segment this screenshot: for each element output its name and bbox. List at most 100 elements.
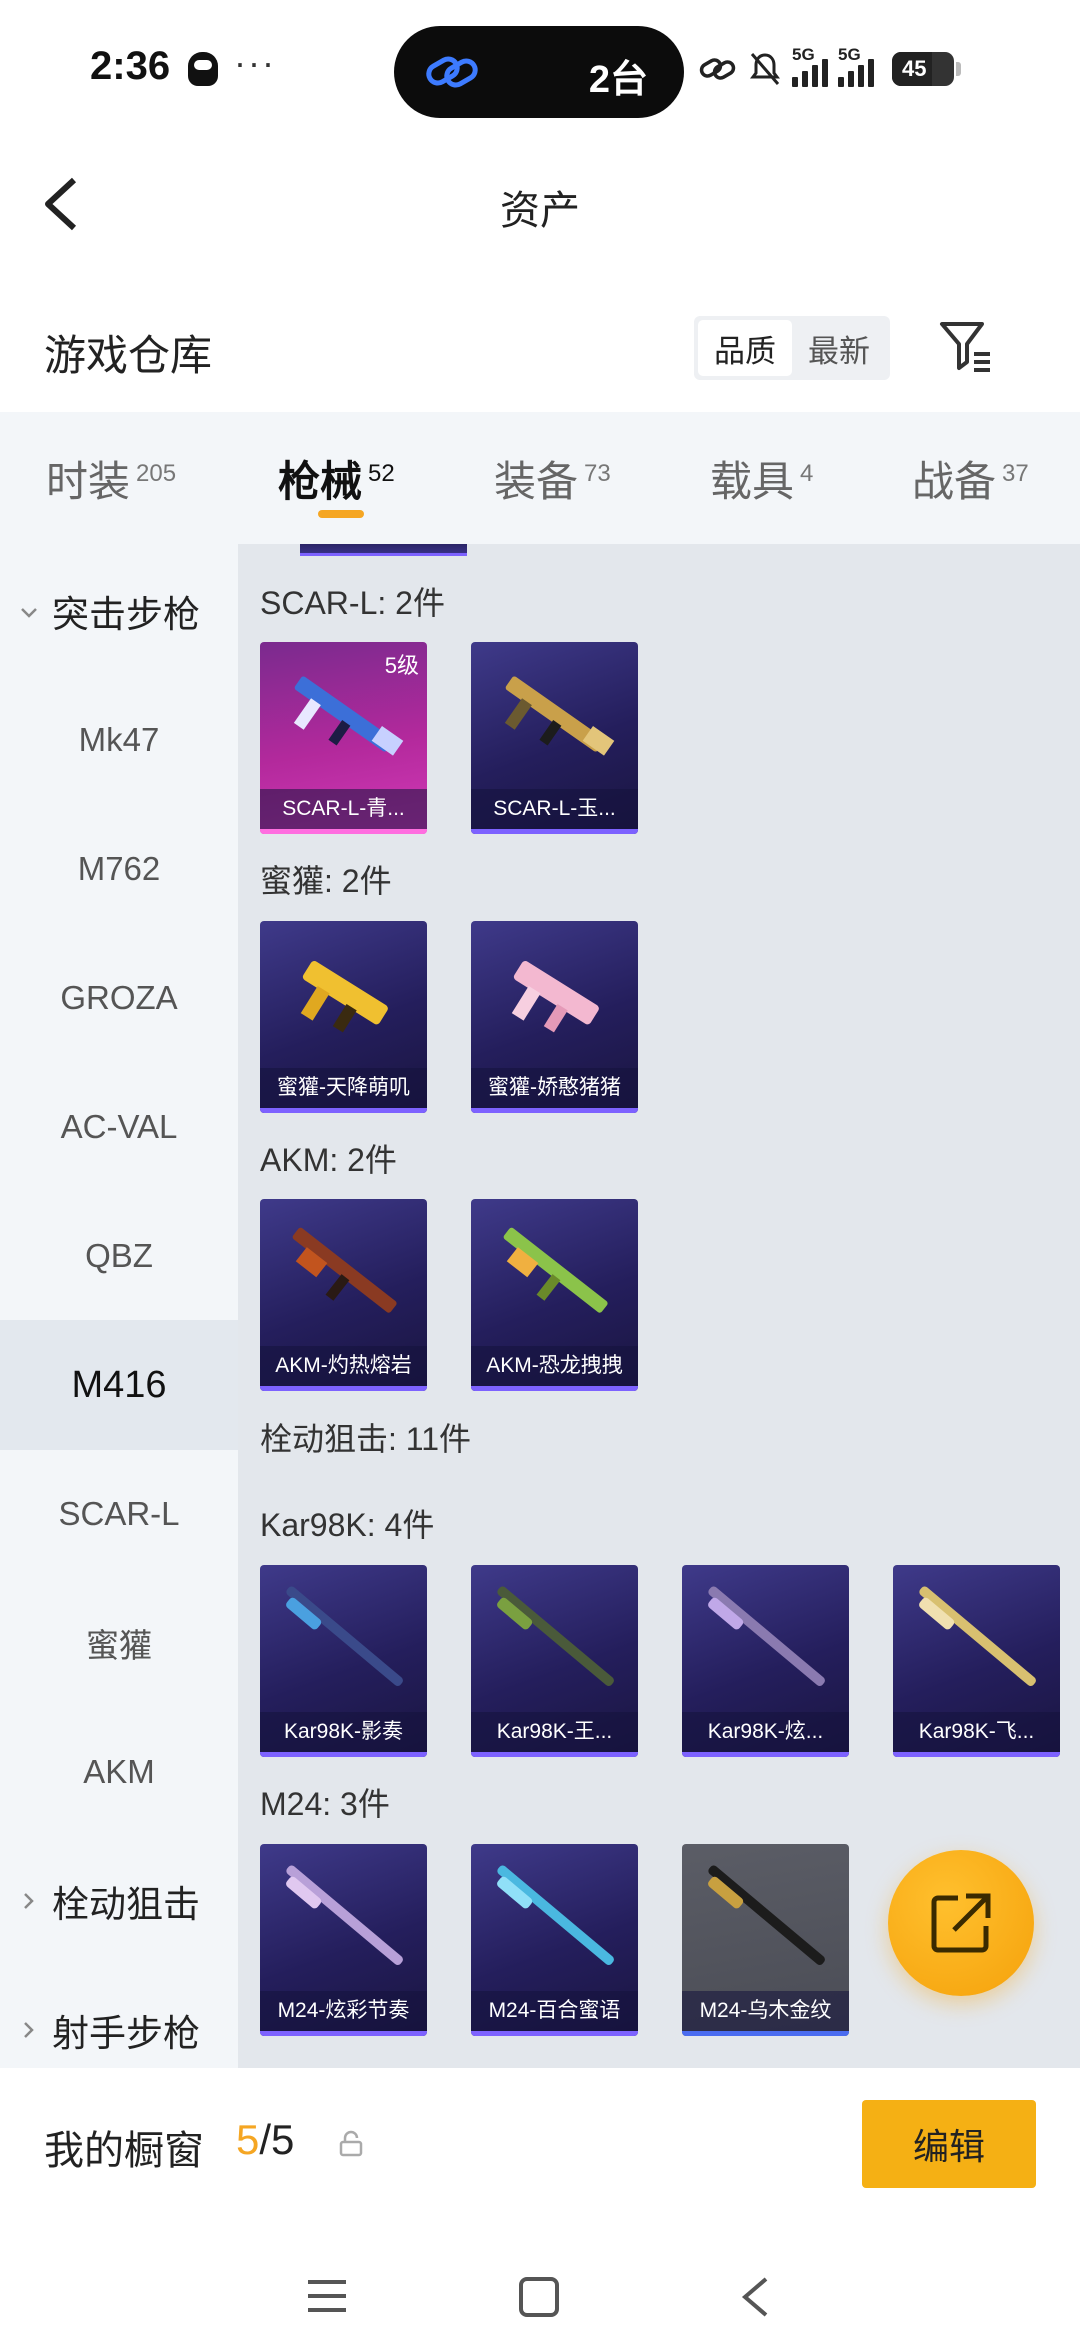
active-tab-indicator	[318, 510, 364, 518]
sidebar-item-akm[interactable]: AKM	[0, 1707, 238, 1837]
sidebar-item-marksman[interactable]: 射手步枪	[0, 1965, 238, 2068]
tab-fashion[interactable]: 时装 205	[46, 448, 176, 509]
weapon-card[interactable]: Kar98K-影奏	[260, 1565, 427, 1757]
rifle-image	[300, 961, 388, 1033]
clock: 2:36	[90, 44, 171, 88]
weapon-name: Kar98K-飞...	[893, 1712, 1060, 1752]
qq-icon	[188, 52, 218, 86]
group-title-kar98k: Kar98K: 4件	[260, 1507, 435, 1543]
weapon-name: AKM-灼热熔岩	[260, 1346, 427, 1386]
link-icon	[426, 56, 478, 88]
status-bar: 2:36 ··· 2台 5G 5G 45	[0, 0, 1080, 140]
sidebar-item-mk47[interactable]: Mk47	[0, 675, 238, 805]
group-title-honey-badger: 蜜獾: 2件	[260, 863, 392, 899]
rifle-image	[286, 1865, 403, 1965]
sidebar-item-bolt-action[interactable]: 栓动狙击	[0, 1836, 238, 1966]
dynamic-island[interactable]: 2台	[394, 26, 684, 118]
rarity-bar	[260, 1108, 427, 1113]
sidebar-item-scar-l[interactable]: SCAR-L	[0, 1449, 238, 1579]
weapon-card[interactable]: M24-炫彩节奏	[260, 1844, 427, 2036]
weapon-card[interactable]: Kar98K-飞...	[893, 1565, 1060, 1757]
weapon-card[interactable]: AKM-灼热熔岩	[260, 1199, 427, 1391]
rarity-bar	[682, 2031, 849, 2036]
tab-guns[interactable]: 枪械 52	[278, 448, 395, 509]
rarity-bar	[893, 1752, 1060, 1757]
weapon-name: Kar98K-影奏	[260, 1712, 427, 1752]
weapon-card[interactable]: M24-乌木金纹	[682, 1844, 849, 2036]
rifle-image	[708, 1865, 825, 1965]
rarity-bar	[471, 829, 638, 834]
level-badge: 5级	[384, 653, 419, 678]
tab-equipment[interactable]: 装备 73	[494, 448, 611, 509]
weapon-name: M24-百合蜜语	[471, 1991, 638, 2031]
page-title: 资产	[500, 189, 580, 233]
link-icon	[699, 58, 736, 80]
sidebar-item-assault-rifles[interactable]: 突击步枪	[0, 546, 238, 676]
weapon-name: M24-炫彩节奏	[260, 1991, 427, 2031]
rifle-image	[504, 676, 615, 756]
rarity-bar	[682, 1752, 849, 1757]
sidebar-item-groza[interactable]: GROZA	[0, 933, 238, 1063]
more-notifications: ···	[234, 42, 276, 83]
weapon-card[interactable]: 5级 SCAR-L-青...	[260, 642, 427, 834]
device-count: 2台	[588, 59, 648, 101]
rarity-bar	[471, 1752, 638, 1757]
category-tabs: 时装 205 枪械 52 装备 73 载具 4 战备 37	[0, 412, 1080, 544]
weapon-name: SCAR-L-青...	[260, 789, 427, 829]
lock-icon	[339, 2130, 363, 2157]
weapon-card[interactable]: 蜜獾-天降萌叽	[260, 921, 427, 1113]
weapon-name: 蜜獾-天降萌叽	[260, 1068, 427, 1108]
weapon-card[interactable]: AKM-恐龙拽拽	[471, 1199, 638, 1391]
group-title-bolt-action: 栓动狙击: 11件	[260, 1421, 472, 1457]
battery-icon: 45	[892, 52, 961, 86]
weapon-name: SCAR-L-玉...	[471, 789, 638, 829]
rarity-bar	[260, 1752, 427, 1757]
rifle-image	[292, 1227, 397, 1313]
rifle-image	[919, 1586, 1036, 1686]
sort-toggle: 品质 最新	[694, 316, 890, 380]
weapon-card[interactable]: 蜜獾-娇憨猪猪	[471, 921, 638, 1113]
sidebar-item-ac-val[interactable]: AC-VAL	[0, 1062, 238, 1192]
rarity-bar	[471, 1386, 638, 1391]
tab-vehicles[interactable]: 载具 4	[710, 448, 813, 509]
warehouse-title: 游戏仓库	[44, 332, 213, 379]
system-back-icon[interactable]	[740, 2276, 770, 2318]
rifle-image	[497, 1586, 614, 1686]
weapon-card[interactable]: M24-百合蜜语	[471, 1844, 638, 2036]
sidebar-item-m762[interactable]: M762	[0, 804, 238, 934]
weapon-card[interactable]: Kar98K-王...	[471, 1565, 638, 1757]
group-title-scar-l: SCAR-L: 2件	[260, 585, 445, 621]
share-button[interactable]	[888, 1850, 1034, 1996]
chevron-right-icon	[24, 2022, 34, 2038]
rifle-image	[503, 1227, 608, 1313]
menu-icon[interactable]	[306, 2276, 348, 2316]
weapon-list[interactable]: SCAR-L: 2件 5级 SCAR-L-青... SCAR-L-玉... 蜜獾…	[238, 544, 1080, 2068]
edit-button[interactable]: 编辑	[862, 2100, 1036, 2188]
rarity-bar	[471, 2031, 638, 2036]
sidebar-item-qbz[interactable]: QBZ	[0, 1191, 238, 1321]
sidebar-item-honey-badger[interactable]: 蜜獾	[0, 1578, 238, 1708]
rarity-bar	[260, 1386, 427, 1391]
status-icons: 5G 5G 45	[698, 44, 961, 94]
group-title-akm: AKM: 2件	[260, 1142, 397, 1178]
rarity-bar	[471, 1108, 638, 1113]
rifle-image	[286, 1586, 403, 1686]
weapon-card[interactable]: Kar98K-炫...	[682, 1565, 849, 1757]
weapon-name: Kar98K-炫...	[682, 1712, 849, 1752]
filter-icon[interactable]	[938, 318, 994, 374]
weapon-card[interactable]: SCAR-L-玉...	[471, 642, 638, 834]
partial-card	[300, 544, 467, 556]
home-icon[interactable]	[518, 2276, 560, 2318]
sidebar-item-m416[interactable]: M416	[0, 1320, 238, 1450]
showcase-bar: 我的橱窗 5/5 编辑	[0, 2068, 1080, 2347]
signal-5g-2-icon: 5G	[838, 45, 874, 87]
tab-supplies[interactable]: 战备 37	[912, 448, 1029, 509]
rifle-image	[497, 1865, 614, 1965]
rifle-image	[708, 1586, 825, 1686]
showcase-count: 5/5	[236, 2116, 295, 2163]
weapon-name: 蜜獾-娇憨猪猪	[471, 1068, 638, 1108]
sort-quality-button[interactable]: 品质	[698, 320, 792, 376]
sort-latest-button[interactable]: 最新	[792, 320, 886, 376]
rarity-bar	[260, 829, 427, 834]
group-title-m24: M24: 3件	[260, 1786, 390, 1822]
